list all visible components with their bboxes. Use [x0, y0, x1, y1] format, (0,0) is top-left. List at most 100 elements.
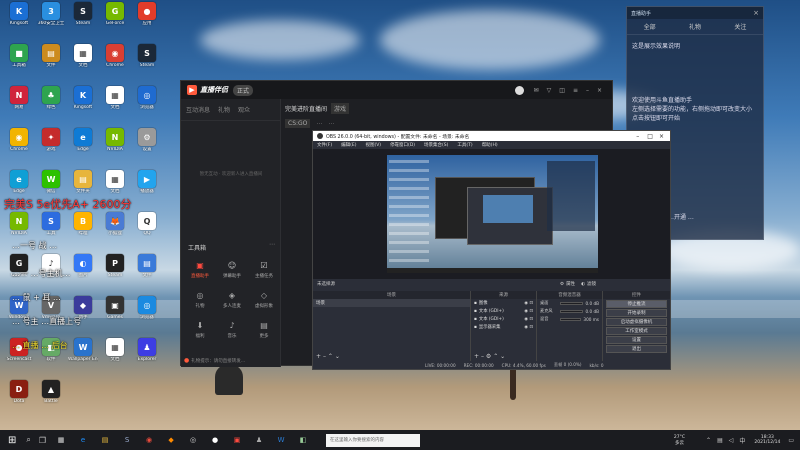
- menu-docks[interactable]: 停靠窗口(D): [390, 142, 415, 148]
- tab-chat[interactable]: 互动消息: [186, 105, 210, 114]
- menu-edit[interactable]: 编辑(E): [341, 142, 356, 148]
- desktop-shortcut[interactable]: ◐ 图片: [68, 254, 98, 288]
- close-icon[interactable]: ×: [753, 9, 759, 17]
- taskbar-app-icon[interactable]: e: [76, 433, 90, 447]
- remove-icon[interactable]: –: [481, 353, 484, 360]
- properties-button[interactable]: 属性: [566, 281, 575, 287]
- visibility-lock-icon[interactable]: ◉ ⊡: [524, 301, 533, 306]
- add-icon[interactable]: +: [474, 353, 479, 360]
- task-view-icon[interactable]: ❐: [39, 436, 46, 445]
- obs-control-button[interactable]: 退出: [606, 345, 667, 353]
- tab-gifts[interactable]: 礼物: [218, 105, 230, 114]
- menu-view[interactable]: 视图(V): [365, 142, 381, 148]
- tool-item[interactable]: ◈ 多人连麦: [217, 289, 247, 310]
- gear-icon[interactable]: ⚙: [486, 353, 491, 360]
- desktop-shortcut[interactable]: B 哔哩: [68, 212, 98, 246]
- visibility-lock-icon[interactable]: ◉ ⊡: [524, 309, 533, 314]
- clock-date[interactable]: 2021/12/14: [754, 440, 780, 445]
- visibility-lock-icon[interactable]: ◉ ⊡: [524, 317, 533, 322]
- desktop-shortcut[interactable]: ♣ 绿色: [36, 86, 66, 120]
- desktop-shortcut[interactable]: 3 360安全卫士: [36, 2, 66, 36]
- mixer-channel[interactable]: 混音 300 ms: [537, 315, 602, 323]
- down-icon[interactable]: ⌄: [335, 353, 340, 360]
- sub-label[interactable]: CS:GO: [285, 119, 311, 128]
- desktop-shortcut[interactable]: ■ 工具箱: [4, 44, 34, 78]
- desktop-shortcut[interactable]: S Steam: [68, 2, 98, 36]
- source-item[interactable]: ▪ 图像 ◉ ⊡: [471, 299, 536, 307]
- volume-meter[interactable]: [560, 309, 584, 313]
- tab-all[interactable]: 全部: [644, 22, 656, 31]
- obs-window[interactable]: OBS 26.0.0 (64-bit, windows) - 配置文件: 未命名…: [312, 130, 671, 370]
- desktop-shortcut[interactable]: G GeForce: [100, 2, 130, 36]
- desktop-shortcut[interactable]: ✦ 游戏: [36, 128, 66, 162]
- network-icon[interactable]: ▤: [717, 437, 723, 444]
- menu-tools[interactable]: 工具(T): [457, 142, 472, 148]
- desktop-shortcut[interactable]: K Kingsoft: [4, 2, 34, 36]
- desktop-shortcut[interactable]: P Steam: [100, 254, 130, 288]
- desktop-shortcut[interactable]: D Dota: [4, 380, 34, 414]
- taskbar-app-icon[interactable]: ◧: [296, 433, 310, 447]
- mail-icon[interactable]: ✉: [534, 87, 539, 94]
- desktop-shortcut[interactable]: ▦ 文档: [68, 44, 98, 78]
- tab-follow[interactable]: 关注: [734, 22, 746, 31]
- notification-icon[interactable]: ▭: [788, 437, 794, 444]
- maximize-icon[interactable]: □: [647, 133, 653, 140]
- close-icon[interactable]: ×: [597, 87, 602, 94]
- desktop-shortcut[interactable]: ⚙ 设置: [132, 128, 162, 162]
- tool-item[interactable]: ◇ 虚拟形象: [249, 289, 279, 310]
- desktop-shortcut[interactable]: ▤ 文件: [36, 44, 66, 78]
- tool-item[interactable]: ▤ 更多: [249, 319, 279, 340]
- gift-icon[interactable]: ▽: [547, 87, 552, 94]
- desktop-shortcut[interactable]: ▲ Battle: [36, 380, 66, 414]
- desktop-shortcut[interactable]: K Kingsoft: [68, 86, 98, 120]
- up-icon[interactable]: ⌃: [328, 353, 333, 360]
- weather-desc[interactable]: 多云: [675, 440, 684, 446]
- obs-control-button[interactable]: 工作室模式: [606, 327, 667, 335]
- desktop-shortcut[interactable]: S Steam: [132, 44, 162, 78]
- app-badge[interactable]: 正式: [233, 84, 254, 96]
- tool-item[interactable]: ▣ 直播助手: [185, 259, 215, 280]
- remove-icon[interactable]: –: [323, 353, 326, 360]
- minimize-icon[interactable]: –: [636, 133, 639, 140]
- gear-icon[interactable]: ⚙: [560, 282, 564, 287]
- desktop-shortcut[interactable]: ● 应用: [132, 2, 162, 36]
- obs-control-button[interactable]: 停止推流: [606, 300, 667, 308]
- taskbar-app-icon[interactable]: ♟: [252, 433, 266, 447]
- desktop-shortcut[interactable]: Q QQ: [132, 212, 162, 246]
- obs-control-button[interactable]: 设置: [606, 336, 667, 344]
- more-icon[interactable]: ⋯: [269, 241, 275, 248]
- close-icon[interactable]: ×: [659, 133, 664, 140]
- desktop-shortcut[interactable]: WWallpaper Engine: [68, 338, 98, 372]
- search-input[interactable]: 在这里输入你要搜索的内容: [330, 437, 384, 443]
- mixer-channel[interactable]: 桌面 0.0 dB: [537, 299, 602, 307]
- minimize-icon[interactable]: –: [586, 87, 589, 94]
- chevron-up-icon[interactable]: ⌃: [706, 437, 711, 444]
- desktop-shortcut[interactable]: ◎ 浏览器: [132, 296, 162, 330]
- desktop-shortcut[interactable]: N NVIDIA: [100, 128, 130, 162]
- volume-icon[interactable]: ◁: [729, 437, 734, 444]
- room-tag[interactable]: 游戏: [331, 103, 350, 114]
- filters-button[interactable]: 滤镜: [587, 281, 596, 287]
- desktop-shortcut[interactable]: e Edge: [68, 128, 98, 162]
- add-icon[interactable]: +: [316, 353, 321, 360]
- tool-item[interactable]: ♪ 音乐: [217, 319, 247, 340]
- scene-item[interactable]: 场景: [313, 299, 470, 307]
- desktop-shortcut[interactable]: ▶ 播放器: [132, 170, 162, 204]
- desktop-shortcut[interactable]: ▤ 文件: [132, 254, 162, 288]
- menu-help[interactable]: 帮助(H): [482, 142, 498, 148]
- desktop-shortcut[interactable]: ◉ Chrome: [100, 44, 130, 78]
- tool-item[interactable]: ☑ 主播任务: [249, 259, 279, 280]
- down-icon[interactable]: ⌄: [500, 353, 505, 360]
- tab-gift[interactable]: 礼物: [689, 22, 701, 31]
- menu-scene-collection[interactable]: 场景集合(S): [424, 142, 448, 148]
- windows-start-icon[interactable]: ⊞: [8, 435, 16, 446]
- source-item[interactable]: ▪ 显示器采集 ◉ ⊡: [471, 323, 536, 331]
- obs-preview[interactable]: [313, 149, 670, 279]
- taskbar-app-icon[interactable]: W: [274, 433, 288, 447]
- skin-icon[interactable]: ◫: [559, 87, 565, 94]
- avatar[interactable]: [514, 85, 524, 95]
- search-box[interactable]: 在这里输入你要搜索的内容: [326, 433, 421, 447]
- obs-control-button[interactable]: 开始录制: [606, 309, 667, 317]
- desktop-shortcut[interactable]: ♟ Explorer: [132, 338, 162, 372]
- taskbar-app-icon[interactable]: ◆: [164, 433, 178, 447]
